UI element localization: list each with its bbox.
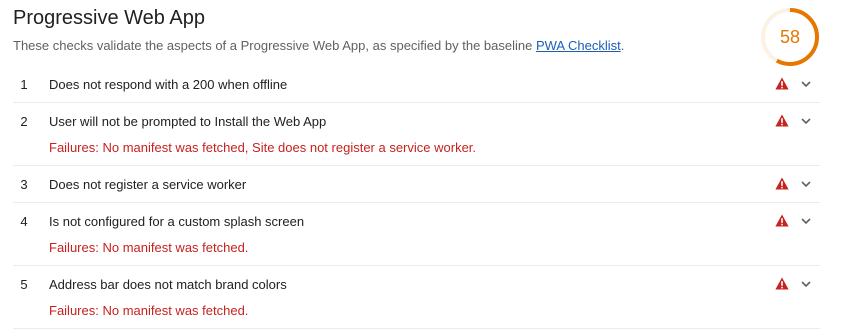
audit-index: 4 (20, 214, 28, 229)
audit-item[interactable]: 5 Address bar does not match brand colors… (13, 266, 820, 329)
audit-index: 3 (20, 177, 28, 192)
audit-index: 2 (20, 114, 28, 129)
audit-title: Does not respond with a 200 when offline (49, 77, 288, 92)
chevron-down-icon[interactable] (799, 277, 813, 291)
audit-item[interactable]: 2 User will not be prompted to Install th… (13, 103, 820, 166)
category-title: Progressive Web App (13, 7, 205, 29)
audit-index: 1 (20, 77, 28, 92)
warning-triangle-icon (775, 77, 789, 90)
score-value: 58 (779, 27, 801, 47)
audit-list: 1 Does not respond with a 200 when offlin… (13, 66, 820, 329)
audit-item[interactable]: 3 Does not register a service worker (13, 166, 820, 203)
audit-failure-text: Failures: No manifest was fetched, Site … (49, 140, 477, 155)
audit-title: Is not configured for a custom splash sc… (49, 214, 305, 229)
audit-title: Does not register a service worker (49, 177, 247, 192)
description-text: These checks validate the aspects of a P… (13, 38, 536, 53)
warning-triangle-icon (775, 214, 789, 227)
category-header: Progressive Web App These checks validat… (13, 0, 753, 55)
chevron-down-icon[interactable] (799, 214, 813, 228)
chevron-down-icon[interactable] (799, 114, 813, 128)
chevron-down-icon[interactable] (799, 77, 813, 91)
warning-triangle-icon (775, 277, 789, 290)
category-description: These checks validate the aspects of a P… (13, 37, 753, 55)
audit-failure-text: Failures: No manifest was fetched. (49, 240, 249, 255)
pwa-checklist-link[interactable]: PWA Checklist (536, 38, 621, 53)
score-gauge: 58 (760, 7, 820, 67)
warning-triangle-icon (775, 114, 789, 127)
audit-title: User will not be prompted to Install the… (49, 114, 327, 129)
audit-item[interactable]: 4 Is not configured for a custom splash s… (13, 203, 820, 266)
audit-title: Address bar does not match brand colors (49, 277, 287, 292)
audit-item[interactable]: 1 Does not respond with a 200 when offlin… (13, 66, 820, 103)
audit-failure-text: Failures: No manifest was fetched. (49, 303, 249, 318)
chevron-down-icon[interactable] (799, 177, 813, 191)
warning-triangle-icon (775, 177, 789, 190)
description-suffix: . (620, 38, 625, 53)
audit-index: 5 (20, 277, 28, 292)
